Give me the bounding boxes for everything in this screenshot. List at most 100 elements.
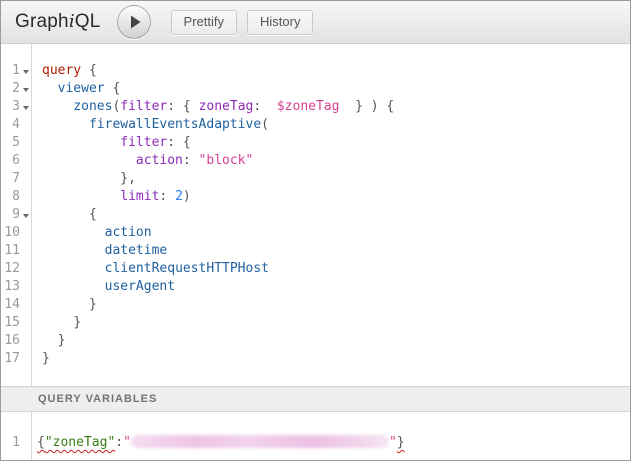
fold-slot <box>20 170 31 188</box>
gutter-cell: 2 <box>1 80 31 98</box>
code-line[interactable]: 9 { <box>1 206 630 224</box>
code-line[interactable]: 13 userAgent <box>1 278 630 296</box>
code-text: {"zoneTag":""} <box>31 434 405 452</box>
fold-arrow-icon[interactable] <box>23 70 29 74</box>
fold-slot <box>20 80 31 98</box>
line-number: 17 <box>1 350 20 368</box>
code-line[interactable]: 11 datetime <box>1 242 630 260</box>
code-line[interactable]: 17} <box>1 350 630 368</box>
query-variables-header[interactable]: Query Variables <box>1 386 630 412</box>
fold-slot <box>20 260 31 278</box>
graphiql-logo: GraphiQL <box>15 11 101 33</box>
variables-editor[interactable]: 1{"zoneTag":""} <box>1 412 630 460</box>
code-token <box>42 99 73 114</box>
code-line[interactable]: 12 clientRequestHTTPHost <box>1 260 630 278</box>
fold-arrow-icon[interactable] <box>23 214 29 218</box>
line-number: 2 <box>1 80 20 98</box>
fold-slot <box>20 98 31 116</box>
line-number: 8 <box>1 188 20 206</box>
gutter-cell: 10 <box>1 224 31 242</box>
gutter-cell: 8 <box>1 188 31 206</box>
code-line[interactable]: 15 } <box>1 314 630 332</box>
fold-slot <box>20 206 31 224</box>
code-line[interactable]: 10 action <box>1 224 630 242</box>
code-line[interactable]: 14 } <box>1 296 630 314</box>
code-token: } ) { <box>339 99 394 114</box>
gutter-cell: 14 <box>1 296 31 314</box>
code-token: firewallEventsAdaptive <box>89 117 261 132</box>
code-token: "zoneTag" <box>45 435 115 450</box>
code-token: action <box>136 153 183 168</box>
code-token: } <box>73 315 81 330</box>
line-number: 3 <box>1 98 20 116</box>
code-token: "block" <box>199 153 254 168</box>
line-number: 14 <box>1 296 20 314</box>
code-line[interactable]: 3 zones(filter: { zoneTag: $zoneTag } ) … <box>1 98 630 116</box>
code-text: userAgent <box>31 278 175 296</box>
code-token: $zoneTag <box>277 99 340 114</box>
gutter-cell: 5 <box>1 134 31 152</box>
code-text: { <box>31 206 97 224</box>
code-token: userAgent <box>105 279 175 294</box>
code-token: zones <box>73 99 112 114</box>
redacted-zone-tag-value <box>131 435 389 448</box>
gutter-cell: 9 <box>1 206 31 224</box>
gutter-cell: 11 <box>1 242 31 260</box>
fold-arrow-icon[interactable] <box>23 106 29 110</box>
code-text: }, <box>31 170 136 188</box>
fold-slot <box>20 350 31 368</box>
code-text: } <box>31 332 65 350</box>
code-token: } <box>42 351 50 366</box>
code-text: viewer { <box>31 80 120 98</box>
code-line[interactable]: 1{"zoneTag":""} <box>1 434 630 452</box>
history-button[interactable]: History <box>247 10 313 35</box>
code-line[interactable]: 4 firewallEventsAdaptive( <box>1 116 630 134</box>
code-token <box>42 297 89 312</box>
code-token: viewer <box>58 81 105 96</box>
code-line[interactable]: 8 limit: 2) <box>1 188 630 206</box>
fold-slot <box>20 134 31 152</box>
code-text: } <box>31 314 81 332</box>
code-token: limit <box>120 189 159 204</box>
code-token: ( <box>261 117 269 132</box>
code-line[interactable]: 2 viewer { <box>1 80 630 98</box>
code-line[interactable]: 7 }, <box>1 170 630 188</box>
code-token: ) <box>183 189 191 204</box>
code-line[interactable]: 6 action: "block" <box>1 152 630 170</box>
code-token: clientRequestHTTPHost <box>105 261 269 276</box>
fold-slot <box>20 152 31 170</box>
gutter-cell: 13 <box>1 278 31 296</box>
fold-slot <box>20 116 31 134</box>
code-token <box>42 315 73 330</box>
line-number: 13 <box>1 278 20 296</box>
fold-slot <box>20 314 31 332</box>
fold-slot <box>20 188 31 206</box>
code-token <box>42 171 120 186</box>
code-token: } <box>58 333 66 348</box>
line-number: 1 <box>1 62 20 80</box>
fold-slot <box>20 332 31 350</box>
logo-text-ql: QL <box>75 11 101 32</box>
code-token <box>42 225 105 240</box>
code-line[interactable]: 16 } <box>1 332 630 350</box>
fold-arrow-icon[interactable] <box>23 88 29 92</box>
query-code: 1 query {2 viewer {3 zones(filter: { zone… <box>1 44 630 368</box>
fold-slot <box>20 434 31 452</box>
code-token: }, <box>120 171 136 186</box>
query-editor[interactable]: 1 query {2 viewer {3 zones(filter: { zone… <box>1 44 630 386</box>
play-icon <box>125 14 143 30</box>
code-token <box>42 153 136 168</box>
code-token: datetime <box>105 243 168 258</box>
code-line[interactable]: 1query { <box>1 62 630 80</box>
gutter-cell: 17 <box>1 350 31 368</box>
code-token: 2 <box>175 189 183 204</box>
prettify-button[interactable]: Prettify <box>171 10 237 35</box>
code-token <box>42 261 105 276</box>
code-token: query <box>42 63 81 78</box>
code-token <box>42 207 89 222</box>
code-token: " <box>389 435 397 450</box>
code-token <box>42 279 105 294</box>
execute-query-button[interactable] <box>117 5 151 39</box>
code-text: } <box>31 296 97 314</box>
code-line[interactable]: 5 filter: { <box>1 134 630 152</box>
